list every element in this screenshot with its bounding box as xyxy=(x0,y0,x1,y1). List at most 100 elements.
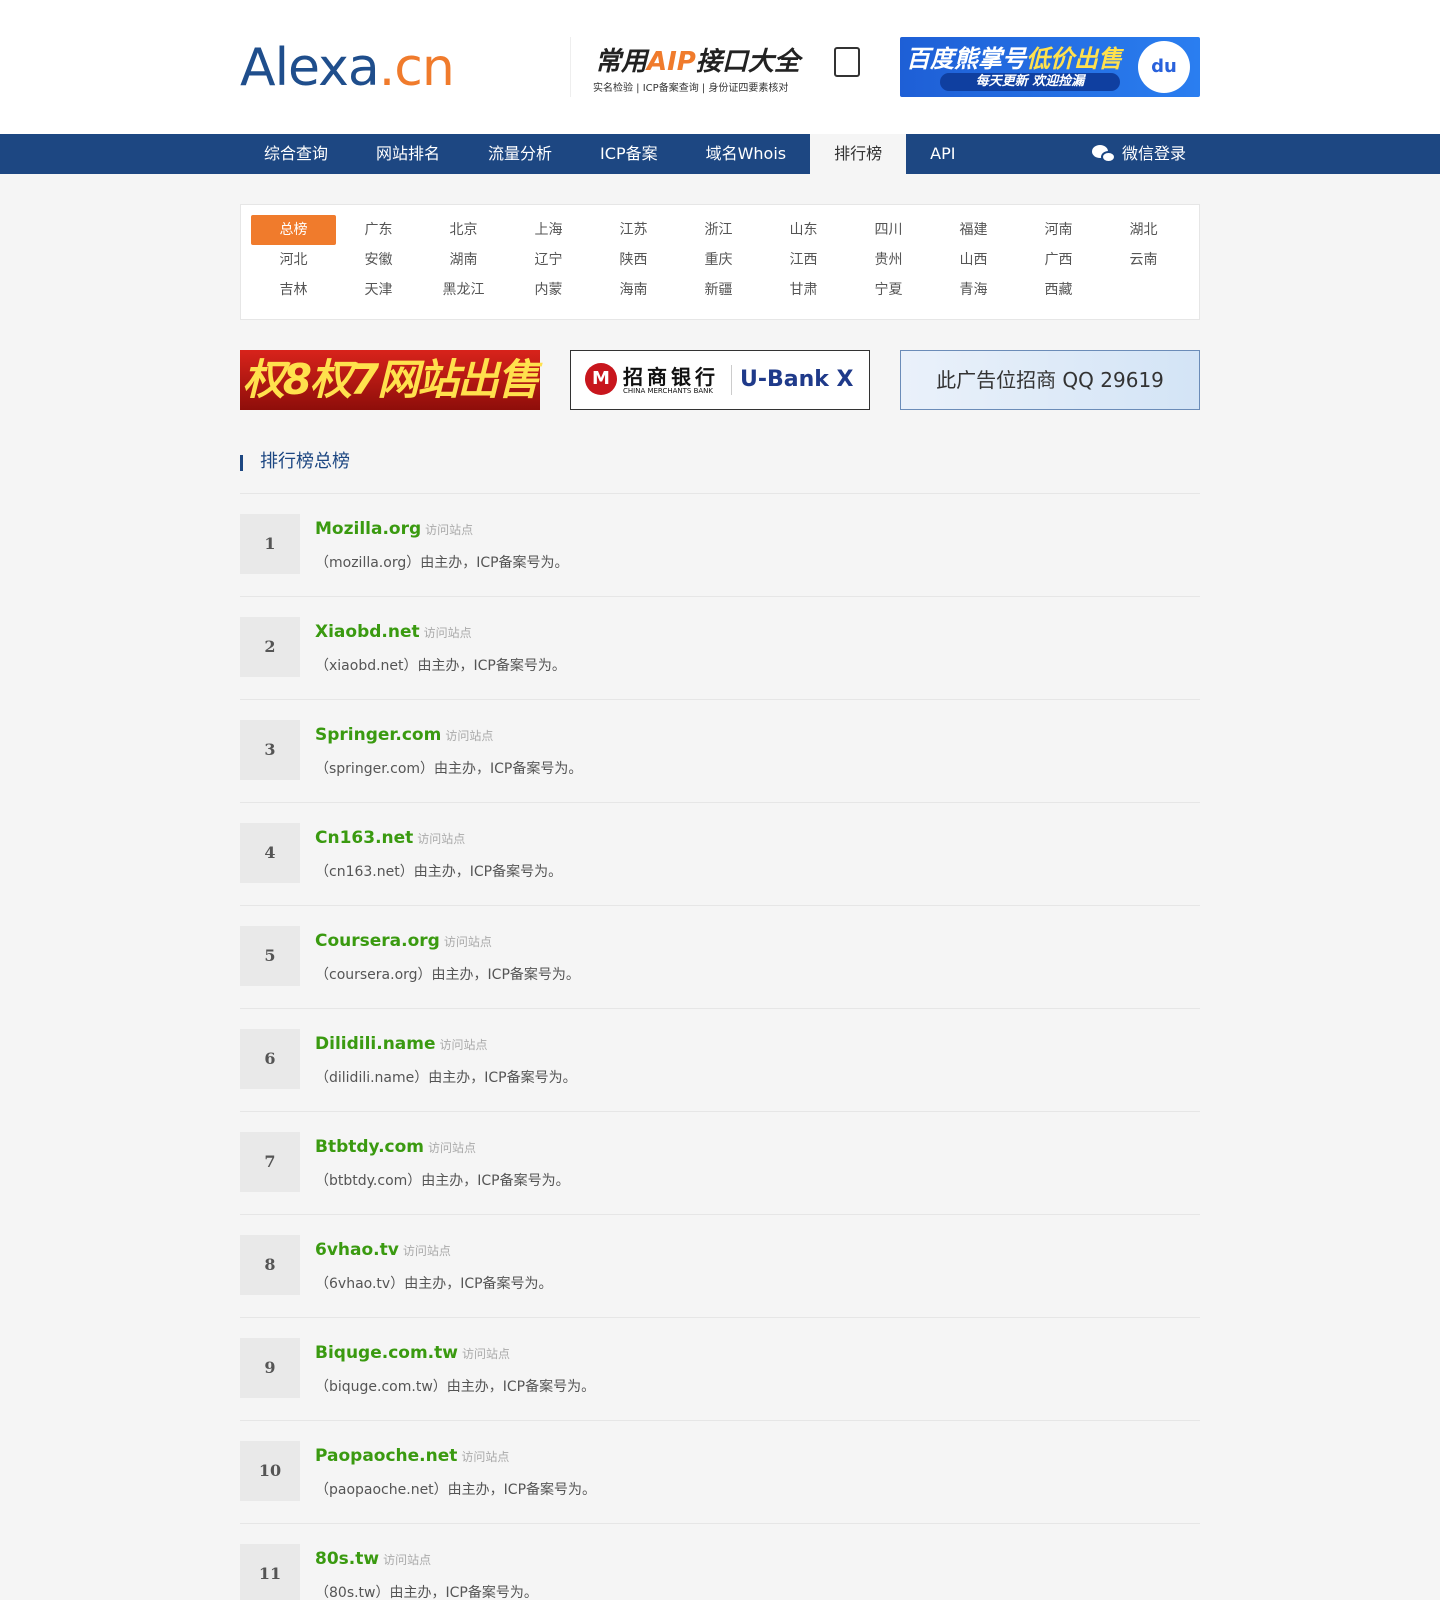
ad-aip-subtitle: 实名检验 | ICP备案查询 | 身份证四要素核对 xyxy=(593,83,789,94)
site-description: （btbtdy.com）由主办，ICP备案号为。 xyxy=(315,1173,570,1189)
region-tab-11[interactable]: 河北 xyxy=(251,245,336,275)
visit-site-link[interactable]: 访问站点 xyxy=(440,1038,488,1052)
site-name-row: 6vhao.tv 访问站点 xyxy=(315,1240,451,1260)
rank-number: 3 xyxy=(240,720,300,780)
region-tab-2[interactable]: 北京 xyxy=(421,215,506,245)
region-tab-7[interactable]: 四川 xyxy=(846,215,931,245)
region-tab-25[interactable]: 内蒙 xyxy=(506,275,591,305)
region-tab-23[interactable]: 天津 xyxy=(336,275,421,305)
site-header: Alexa.cn 常用AIP接口大全 实名检验 | ICP备案查询 | 身份证四… xyxy=(0,0,1440,134)
wechat-login-button[interactable]: 微信登录 xyxy=(1091,134,1186,174)
site-description: （biquge.com.tw）由主办，ICP备案号为。 xyxy=(315,1379,596,1395)
rank-number: 11 xyxy=(240,1544,300,1600)
site-name-link[interactable]: Cn163.net xyxy=(315,828,413,848)
site-name-row: Xiaobd.net 访问站点 xyxy=(315,622,472,642)
region-tab-30[interactable]: 青海 xyxy=(931,275,1016,305)
region-tab-15[interactable]: 陕西 xyxy=(591,245,676,275)
cmb-name-en: CHINA MERCHANTS BANK xyxy=(623,387,713,395)
region-tab-28[interactable]: 甘肃 xyxy=(761,275,846,305)
site-name-link[interactable]: Paopaoche.net xyxy=(315,1446,457,1466)
site-logo[interactable]: Alexa.cn xyxy=(240,38,455,98)
nav-item-4[interactable]: 域名Whois xyxy=(682,134,811,174)
site-name-link[interactable]: 80s.tw xyxy=(315,1549,379,1569)
site-name-link[interactable]: Xiaobd.net xyxy=(315,622,420,642)
region-tab-0[interactable]: 总榜 xyxy=(251,215,336,245)
logo-ext: .cn xyxy=(378,38,455,98)
rank-number: 7 xyxy=(240,1132,300,1192)
site-name-row: 80s.tw 访问站点 xyxy=(315,1549,431,1569)
site-name-row: Springer.com 访问站点 xyxy=(315,725,493,745)
baidu-paw-icon: du xyxy=(1138,41,1190,93)
visit-site-link[interactable]: 访问站点 xyxy=(425,523,473,537)
nav-item-5[interactable]: 排行榜 xyxy=(810,134,907,174)
nav-list: 综合查询 网站排名 流量分析 ICP备案 域名Whois 排行榜 API xyxy=(240,134,1200,174)
site-name-link[interactable]: Coursera.org xyxy=(315,931,440,951)
region-tab-14[interactable]: 辽宁 xyxy=(506,245,591,275)
region-tab-8[interactable]: 福建 xyxy=(931,215,1016,245)
site-description: （paopaoche.net）由主办，ICP备案号为。 xyxy=(315,1482,597,1498)
ad-banner-site-sale[interactable]: 权8权7网站出售 xyxy=(240,350,540,410)
visit-site-link[interactable]: 访问站点 xyxy=(417,832,465,846)
cmb-ubank: U-Bank X xyxy=(731,365,854,395)
section-title: 排行榜总榜 xyxy=(240,450,1200,494)
site-description: （6vhao.tv）由主办，ICP备案号为。 xyxy=(315,1276,553,1292)
site-description: （dilidili.name）由主办，ICP备案号为。 xyxy=(315,1070,577,1086)
nav-item-0[interactable]: 综合查询 xyxy=(240,134,352,174)
rank-number: 10 xyxy=(240,1441,300,1501)
site-description: （xiaobd.net）由主办，ICP备案号为。 xyxy=(315,658,566,674)
ad-banner-aip[interactable]: 常用AIP接口大全 实名检验 | ICP备案查询 | 身份证四要素核对 xyxy=(570,37,870,97)
region-tab-1[interactable]: 广东 xyxy=(336,215,421,245)
ad-banner-baidu[interactable]: 百度熊掌号低价出售 每天更新 欢迎捡漏 du xyxy=(900,37,1200,97)
region-tab-16[interactable]: 重庆 xyxy=(676,245,761,275)
site-name-link[interactable]: 6vhao.tv xyxy=(315,1240,399,1260)
region-tab-21[interactable]: 云南 xyxy=(1101,245,1186,275)
site-name-link[interactable]: Biquge.com.tw xyxy=(315,1343,458,1363)
ad-row: 权8权7网站出售 M 招商银行 CHINA MERCHANTS BANK U-B… xyxy=(240,350,1200,410)
region-tab-6[interactable]: 山东 xyxy=(761,215,846,245)
region-tab-22[interactable]: 吉林 xyxy=(251,275,336,305)
site-name-link[interactable]: Btbtdy.com xyxy=(315,1137,424,1157)
site-name-link[interactable]: Dilidili.name xyxy=(315,1034,436,1054)
nav-item-2[interactable]: 流量分析 xyxy=(464,134,576,174)
region-tab-29[interactable]: 宁夏 xyxy=(846,275,931,305)
ad-baidu-title: 百度熊掌号低价出售 xyxy=(906,45,1122,73)
region-tab-3[interactable]: 上海 xyxy=(506,215,591,245)
region-tab-13[interactable]: 湖南 xyxy=(421,245,506,275)
nav-item-6[interactable]: API xyxy=(906,134,979,174)
site-name-row: Btbtdy.com 访问站点 xyxy=(315,1137,476,1157)
visit-site-link[interactable]: 访问站点 xyxy=(462,1347,510,1361)
nav-item-3[interactable]: ICP备案 xyxy=(576,134,682,174)
visit-site-link[interactable]: 访问站点 xyxy=(444,935,492,949)
region-tab-5[interactable]: 浙江 xyxy=(676,215,761,245)
site-name-link[interactable]: Mozilla.org xyxy=(315,519,421,539)
visit-site-link[interactable]: 访问站点 xyxy=(445,729,493,743)
site-name-link[interactable]: Springer.com xyxy=(315,725,441,745)
region-tab-9[interactable]: 河南 xyxy=(1016,215,1101,245)
region-tab-24[interactable]: 黑龙江 xyxy=(421,275,506,305)
region-tab-17[interactable]: 江西 xyxy=(761,245,846,275)
visit-site-link[interactable]: 访问站点 xyxy=(403,1244,451,1258)
visit-site-link[interactable]: 访问站点 xyxy=(383,1553,431,1567)
region-tab-4[interactable]: 江苏 xyxy=(591,215,676,245)
ad-banner-qq[interactable]: 此广告位招商 QQ 29619 xyxy=(900,350,1200,410)
rank-number: 2 xyxy=(240,617,300,677)
site-name-row: Coursera.org 访问站点 xyxy=(315,931,492,951)
region-tab-12[interactable]: 安徽 xyxy=(336,245,421,275)
ranking-list: 1 Mozilla.org 访问站点 （mozilla.org）由主办，ICP备案号为… xyxy=(240,494,1200,1600)
ranking-row: 7 Btbtdy.com 访问站点 （btbtdy.com）由主办，ICP备案号为。 xyxy=(240,1112,1200,1215)
visit-site-link[interactable]: 访问站点 xyxy=(424,626,472,640)
site-name-row: Biquge.com.tw 访问站点 xyxy=(315,1343,510,1363)
region-tab-31[interactable]: 西藏 xyxy=(1016,275,1101,305)
api-doc-icon xyxy=(834,47,860,77)
ad-banner-cmb[interactable]: M 招商银行 CHINA MERCHANTS BANK U-Bank X xyxy=(570,350,870,410)
region-tab-10[interactable]: 湖北 xyxy=(1101,215,1186,245)
region-tab-18[interactable]: 贵州 xyxy=(846,245,931,275)
visit-site-link[interactable]: 访问站点 xyxy=(428,1141,476,1155)
site-description: （80s.tw）由主办，ICP备案号为。 xyxy=(315,1585,538,1600)
region-tab-19[interactable]: 山西 xyxy=(931,245,1016,275)
region-tab-20[interactable]: 广西 xyxy=(1016,245,1101,275)
region-tab-27[interactable]: 新疆 xyxy=(676,275,761,305)
region-tab-26[interactable]: 海南 xyxy=(591,275,676,305)
visit-site-link[interactable]: 访问站点 xyxy=(461,1450,509,1464)
nav-item-1[interactable]: 网站排名 xyxy=(352,134,464,174)
